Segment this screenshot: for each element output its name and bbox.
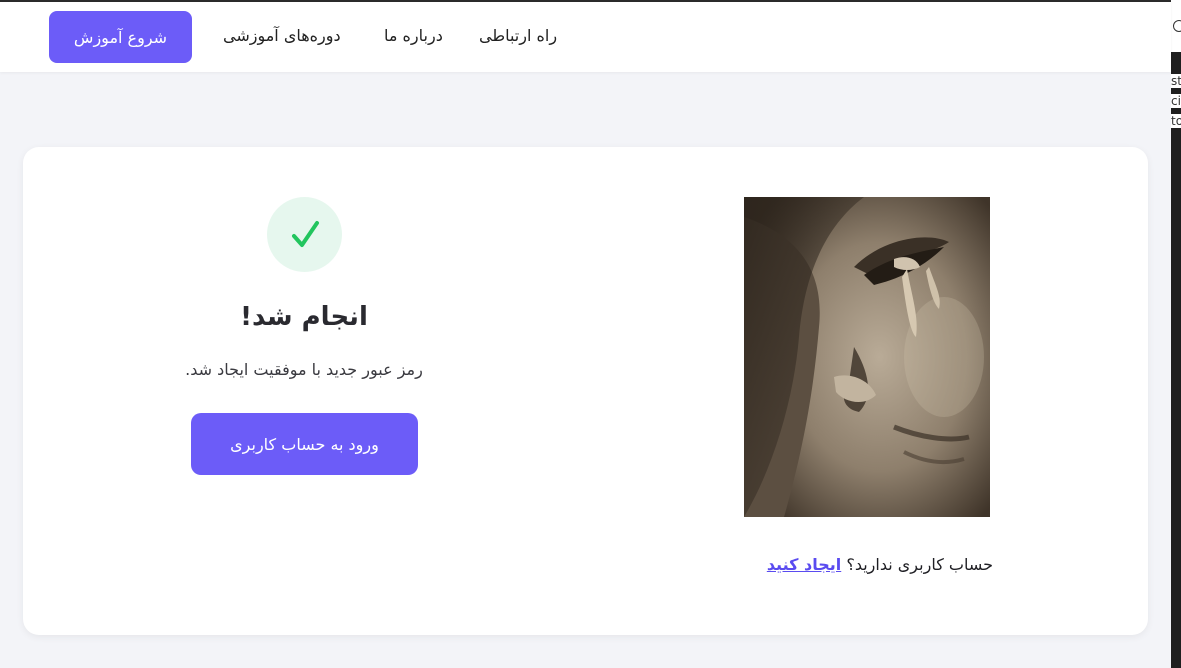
signup-link[interactable]: ایجاد کنید (767, 555, 841, 574)
success-message: رمز عبور جدید با موفقیت ایجاد شد. (185, 360, 423, 379)
login-button[interactable]: ورود به حساب کاربری (191, 413, 418, 475)
page: st ci to شروع آموزش دوره‌های آموزشی دربا… (0, 0, 1181, 668)
side-panel-text-1: st (1171, 74, 1181, 88)
nav-link-courses[interactable]: دوره‌های آموزشی (223, 26, 341, 45)
side-panel-text-3: to (1171, 114, 1181, 128)
start-learning-button[interactable]: شروع آموزش (49, 11, 192, 63)
signup-prompt-text: حساب کاربری ندارید؟ (846, 555, 993, 574)
nav-link-about[interactable]: درباره ما (384, 26, 443, 45)
statue-illustration (744, 197, 990, 517)
reset-success-card: انجام شد! رمز عبور جدید با موفقیت ایجاد … (23, 147, 1148, 635)
statue-image (744, 197, 990, 517)
success-badge (267, 197, 342, 272)
nav-link-contact[interactable]: راه ارتباطی (479, 26, 557, 45)
top-navbar: شروع آموزش دوره‌های آموزشی درباره ما راه… (0, 2, 1171, 72)
circle-icon[interactable] (1173, 20, 1181, 32)
success-title: انجام شد! (240, 302, 368, 332)
signup-prompt: حساب کاربری ندارید؟ ایجاد کنید (713, 555, 993, 574)
side-panel-header (1171, 0, 1181, 52)
side-panel-text-2: ci (1171, 94, 1181, 108)
check-icon (291, 220, 319, 247)
